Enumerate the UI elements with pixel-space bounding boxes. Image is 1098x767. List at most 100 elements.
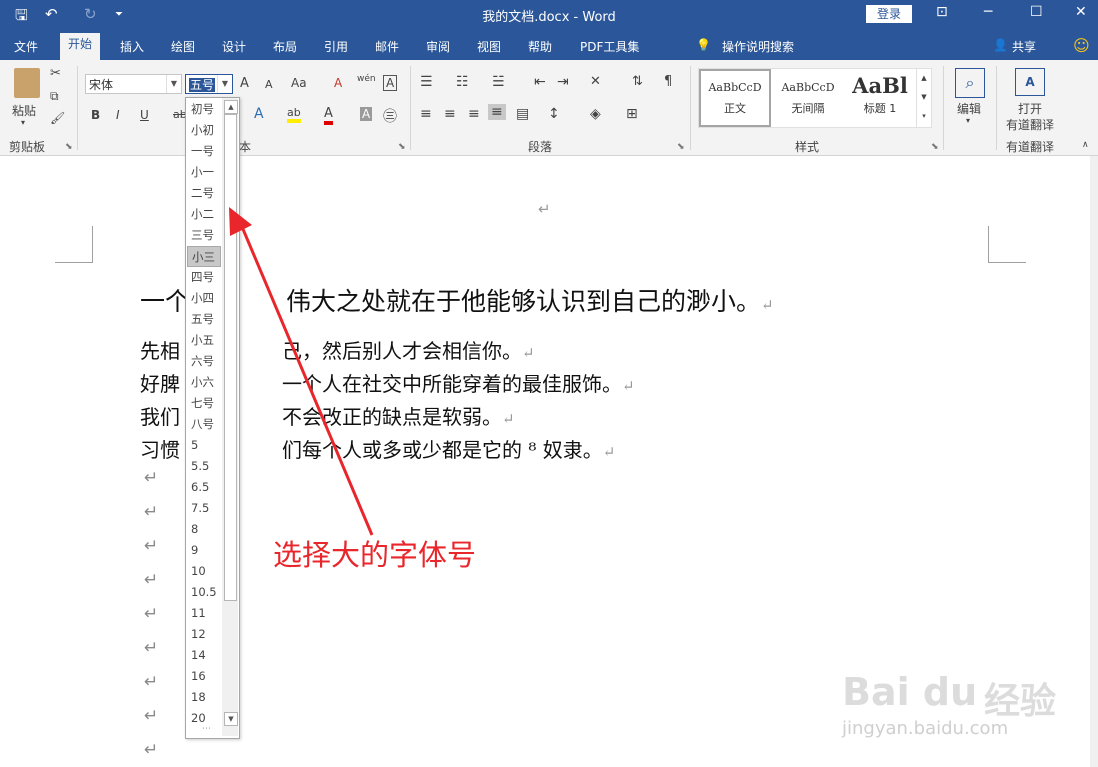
- font-color-icon[interactable]: A: [324, 106, 333, 125]
- style-normal[interactable]: AaBbCcD 正文: [699, 69, 771, 127]
- scroll-thumb[interactable]: [224, 114, 237, 601]
- styles-launcher-icon[interactable]: ⬊: [931, 142, 939, 152]
- chevron-down-icon[interactable]: ▼: [166, 75, 181, 93]
- distributed-icon[interactable]: ▤: [516, 106, 529, 122]
- styles-scroll[interactable]: ▲ ▼ ▾: [916, 68, 932, 128]
- font-size-option[interactable]: 二号: [187, 183, 221, 204]
- font-size-option[interactable]: 初号: [187, 99, 221, 120]
- minimize-button[interactable]: ─: [984, 4, 992, 20]
- dropdown-scrollbar[interactable]: ▲ ▼: [222, 98, 238, 736]
- multilevel-list-icon[interactable]: ☱: [492, 74, 505, 90]
- tell-me-search[interactable]: 操作说明搜索: [722, 38, 794, 55]
- close-button[interactable]: ✕: [1075, 4, 1087, 20]
- tab-view[interactable]: 视图: [477, 38, 501, 55]
- translate-icon[interactable]: A: [1015, 68, 1045, 96]
- font-size-option[interactable]: 八号: [187, 414, 221, 435]
- align-right-icon[interactable]: ≡: [468, 106, 480, 122]
- styles-gallery[interactable]: AaBbCcD 正文 AaBbCcD 无间隔 AaBl 标题 1: [698, 68, 918, 128]
- tab-file[interactable]: 文件: [14, 38, 38, 55]
- editing-button[interactable]: 编辑: [957, 100, 981, 117]
- font-size-option[interactable]: 10: [187, 561, 221, 582]
- tab-design[interactable]: 设计: [222, 38, 246, 55]
- italic-button[interactable]: I: [116, 108, 120, 122]
- bold-button[interactable]: B: [91, 108, 100, 122]
- text-effect-icon[interactable]: A: [254, 106, 264, 122]
- font-size-option[interactable]: 七号: [187, 393, 221, 414]
- change-case-icon[interactable]: Aa: [291, 76, 307, 90]
- cut-icon[interactable]: ✂: [50, 66, 61, 81]
- maximize-button[interactable]: ☐: [1030, 4, 1043, 20]
- font-size-option[interactable]: 小初: [187, 120, 221, 141]
- shrink-font-icon[interactable]: A: [265, 78, 273, 91]
- tab-references[interactable]: 引用: [324, 38, 348, 55]
- scroll-down-icon[interactable]: ▼: [224, 712, 238, 726]
- scroll-up-icon[interactable]: ▲: [224, 100, 238, 114]
- font-size-option[interactable]: 小二: [187, 204, 221, 225]
- lightbulb-icon[interactable]: 💡: [696, 38, 711, 52]
- clipboard-icon[interactable]: [14, 68, 40, 98]
- font-size-option[interactable]: 小五: [187, 330, 221, 351]
- decrease-indent-icon[interactable]: ⇤: [534, 74, 546, 90]
- font-size-option[interactable]: 18: [187, 687, 221, 708]
- search-icon[interactable]: ⌕: [955, 68, 985, 98]
- font-size-option[interactable]: 7.5: [187, 498, 221, 519]
- font-name-combo[interactable]: 宋体 ▼: [85, 74, 182, 94]
- tab-home[interactable]: 开始: [60, 33, 101, 60]
- tab-layout[interactable]: 布局: [273, 38, 297, 55]
- tab-insert[interactable]: 插入: [120, 38, 144, 55]
- font-size-option[interactable]: 小六: [187, 372, 221, 393]
- collapse-ribbon-icon[interactable]: ∧: [1082, 140, 1089, 150]
- underline-button[interactable]: U: [140, 108, 149, 122]
- justify-icon[interactable]: ≡: [488, 104, 506, 120]
- chevron-down-icon[interactable]: ▼: [217, 75, 232, 93]
- font-size-option[interactable]: 12: [187, 624, 221, 645]
- font-size-option[interactable]: 五号: [187, 309, 221, 330]
- font-size-option[interactable]: 小四: [187, 288, 221, 309]
- resize-grip-icon[interactable]: ⋯: [202, 724, 211, 734]
- chinese-layout-icon[interactable]: ✕: [590, 74, 601, 89]
- share-button[interactable]: 共享: [1012, 38, 1036, 55]
- chevron-down-icon[interactable]: ▾: [966, 116, 970, 125]
- enclose-characters-icon[interactable]: ㊂: [383, 106, 397, 126]
- highlight-icon[interactable]: ab: [287, 106, 301, 123]
- style-heading-1[interactable]: AaBl 标题 1: [845, 69, 915, 127]
- tab-mailings[interactable]: 邮件: [375, 38, 399, 55]
- align-left-icon[interactable]: ≡: [420, 106, 432, 122]
- paragraph-launcher-icon[interactable]: ⬊: [677, 142, 685, 152]
- format-painter-icon[interactable]: 🖌: [50, 111, 65, 125]
- font-size-option[interactable]: 一号: [187, 141, 221, 162]
- sort-icon[interactable]: ⇅: [632, 74, 643, 89]
- paste-button[interactable]: 粘贴: [12, 102, 36, 119]
- font-size-dropdown[interactable]: 初号 小初 一号 小一 二号 小二 三号 小三 四号 小四 五号 小五 六号 小六 七号 八号 5 5.5 6.5 7…: [185, 97, 240, 739]
- bullets-icon[interactable]: ☰: [420, 74, 433, 90]
- font-size-option[interactable]: 8: [187, 519, 221, 540]
- font-size-option[interactable]: 四号: [187, 267, 221, 288]
- borders-icon[interactable]: ⊞: [626, 106, 638, 122]
- increase-indent-icon[interactable]: ⇥: [557, 74, 569, 90]
- font-launcher-icon[interactable]: ⬊: [398, 142, 406, 152]
- numbering-icon[interactable]: ☷: [456, 74, 469, 90]
- share-user-icon[interactable]: 👤: [993, 38, 1008, 52]
- show-marks-icon[interactable]: ¶: [664, 74, 672, 89]
- font-size-option[interactable]: 16: [187, 666, 221, 687]
- font-size-option[interactable]: 六号: [187, 351, 221, 372]
- smiley-icon[interactable]: ☺: [1073, 36, 1090, 55]
- font-size-option[interactable]: 10.5: [187, 582, 221, 603]
- tab-review[interactable]: 审阅: [426, 38, 450, 55]
- youdao-translate-label[interactable]: 有道翻译: [1006, 116, 1054, 133]
- tab-pdf-tools[interactable]: PDF工具集: [580, 38, 639, 55]
- clear-format-icon[interactable]: A: [334, 76, 342, 90]
- font-size-option[interactable]: 14: [187, 645, 221, 666]
- font-size-option[interactable]: 11: [187, 603, 221, 624]
- line-spacing-icon[interactable]: ↕: [548, 106, 560, 122]
- ribbon-display-icon[interactable]: ⊡: [936, 4, 948, 20]
- grow-font-icon[interactable]: A: [240, 76, 249, 91]
- character-shading-icon[interactable]: A: [360, 107, 373, 121]
- align-center-icon[interactable]: ≡: [444, 106, 456, 122]
- tab-draw[interactable]: 绘图: [171, 38, 195, 55]
- youdao-open-label[interactable]: 打开: [1018, 100, 1042, 117]
- login-button[interactable]: 登录: [866, 5, 912, 23]
- font-size-option[interactable]: 9: [187, 540, 221, 561]
- paste-dropdown-icon[interactable]: ▾: [21, 118, 25, 127]
- shading-icon[interactable]: ◈: [590, 106, 601, 122]
